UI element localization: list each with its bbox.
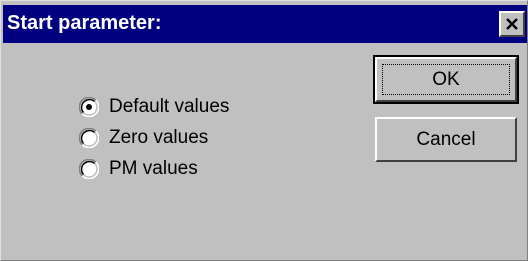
radio-unselected-icon[interactable] (79, 158, 99, 179)
ok-button-label: OK (432, 68, 460, 90)
radio-option-zero-values[interactable]: Zero values (79, 122, 229, 153)
close-icon (505, 17, 519, 31)
close-button[interactable] (499, 11, 525, 37)
radio-option-pm-values[interactable]: PM values (79, 153, 229, 184)
ok-button[interactable]: OK (373, 55, 519, 104)
radio-option-default-values[interactable]: Default values (79, 91, 229, 122)
radio-unselected-icon[interactable] (79, 127, 99, 148)
radio-selected-icon[interactable] (79, 96, 99, 117)
cancel-button[interactable]: Cancel (375, 117, 517, 162)
title-bar: Start parameter: (3, 5, 527, 43)
start-values-radio-group: Default values Zero values PM values (79, 91, 229, 184)
start-parameter-dialog: Start parameter: Default values Zero val… (0, 0, 528, 261)
radio-label: Default values (109, 95, 230, 117)
dialog-title: Start parameter: (7, 12, 162, 34)
radio-label: Zero values (109, 126, 209, 148)
cancel-button-label: Cancel (416, 128, 476, 150)
radio-label: PM values (109, 157, 198, 179)
